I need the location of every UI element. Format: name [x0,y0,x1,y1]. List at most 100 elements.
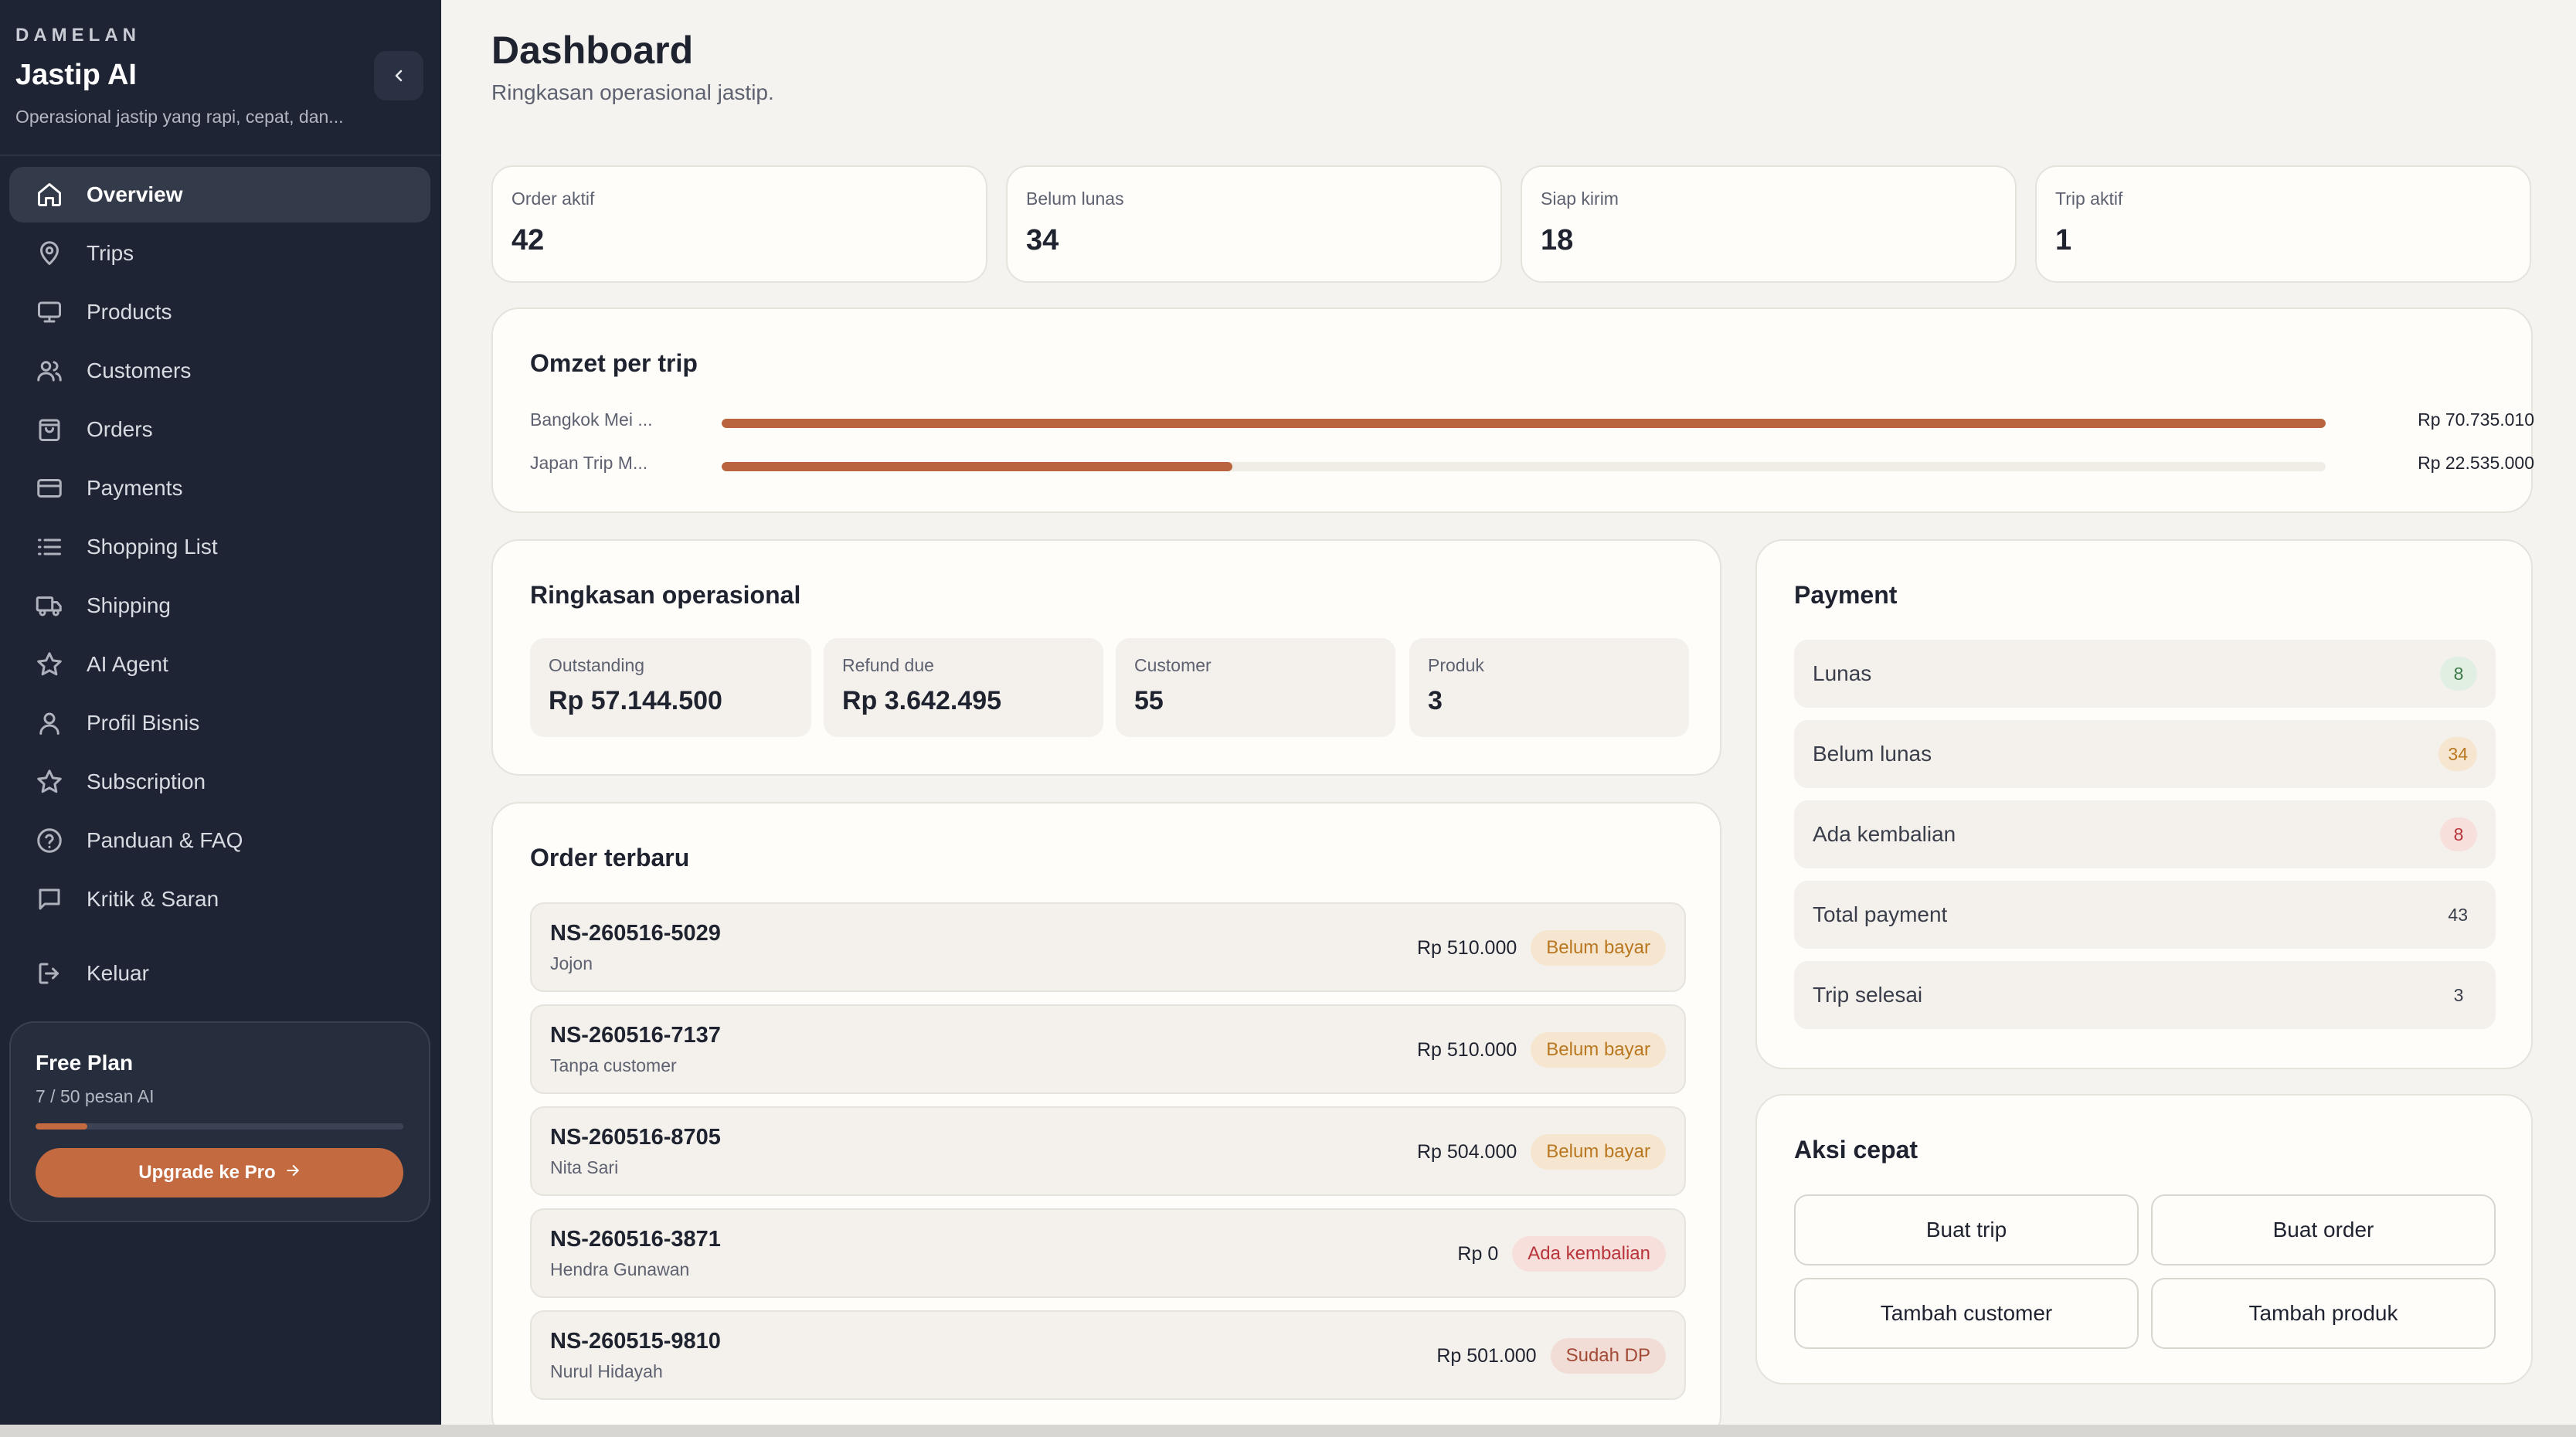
sidebar-item-label: Overview [87,182,183,206]
summary-label: Produk [1428,655,1484,675]
stat-card-trip-aktif: Trip aktif 1 [2035,165,2531,283]
trip-revenue-row: Japan Trip M... Rp 22.535.000 [530,450,2534,481]
sidebar-item-kritik-saran[interactable]: Kritik & Saran [9,871,430,927]
monitor-icon [34,297,65,328]
omzet-card: Omzet per trip Bangkok Mei ... Rp 70.735… [491,307,2534,513]
stat-card-siap-kirim: Siap kirim 18 [1521,165,2017,283]
order-status-badge: Ada kembalian [1512,1236,1666,1272]
window-bottom-edge [0,1425,2576,1437]
summary-outstanding: Outstanding Rp 57.144.500 [530,638,811,737]
sidebar-item-label: Panduan & FAQ [87,828,243,852]
payment-label: Ada kembalian [1813,822,1956,846]
order-amount: Rp 510.000 [1416,936,1517,959]
sidebar-item-overview[interactable]: Overview [9,167,430,223]
map-pin-icon [34,238,65,269]
trip-amount: Rp 70.735.010 [2418,409,2534,430]
upgrade-label: Upgrade ke Pro [138,1162,276,1183]
order-id: NS-260516-3871 [550,1227,721,1252]
logout-button[interactable]: Keluar [9,946,430,1001]
sidebar-item-payments[interactable]: Payments [9,460,430,516]
app-window: DAMELAN Jastip AI Operasional jastip yan… [0,0,2576,1437]
sidebar-item-orders[interactable]: Orders [9,402,430,457]
trip-amount: Rp 22.535.000 [2418,453,2534,473]
order-meta: Rp 0 Ada kembalian [1457,1236,1666,1272]
payment-row-lunas: Lunas 8 [1794,640,2496,708]
sidebar-item-trips[interactable]: Trips [9,226,430,281]
order-meta: Rp 501.000 Sudah DP [1436,1338,1666,1374]
payment-label: Lunas [1813,661,1872,685]
sidebar-item-label: Trips [87,241,134,265]
sidebar-item-label: Payments [87,476,183,500]
order-status-badge: Belum bayar [1531,1134,1666,1170]
payment-row-trip-selesai: Trip selesai 3 [1794,961,2496,1029]
stat-value: 1 [2055,224,2072,256]
sidebar-item-customers[interactable]: Customers [9,343,430,399]
sidebar-item-shipping[interactable]: Shipping [9,578,430,634]
summary-value: Rp 3.642.495 [842,686,1002,715]
plan-card: Free Plan 7 / 50 pesan AI Upgrade ke Pro [9,1021,430,1222]
star-icon [34,649,65,680]
message-square-icon [34,884,65,915]
log-out-icon [34,958,65,989]
sidebar-item-ai-agent[interactable]: AI Agent [9,637,430,692]
payment-count-badge: 8 [2440,817,2477,851]
order-amount: Rp 510.000 [1416,1038,1517,1061]
page-subtitle: Ringkasan operasional jastip. [491,80,774,104]
summary-value: 55 [1134,686,1164,715]
order-row[interactable]: NS-260516-8705 Nita Sari Rp 504.000 Belu… [530,1106,1686,1196]
payment-label: Total payment [1813,902,1948,926]
sidebar-item-subscription[interactable]: Subscription [9,754,430,810]
order-row[interactable]: NS-260515-9810 Nurul Hidayah Rp 501.000 … [530,1310,1686,1400]
users-icon [34,355,65,386]
order-row[interactable]: NS-260516-7137 Tanpa customer Rp 510.000… [530,1004,1686,1094]
upgrade-button[interactable]: Upgrade ke Pro [36,1148,403,1198]
summary-refund-due: Refund due Rp 3.642.495 [824,638,1103,737]
user-icon [34,708,65,739]
stat-value: 34 [1026,224,1059,256]
payment-label: Trip selesai [1813,983,1923,1007]
order-row[interactable]: NS-260516-5029 Jojon Rp 510.000 Belum ba… [530,902,1686,992]
summary-label: Outstanding [549,655,645,675]
sidebar-item-label: AI Agent [87,652,168,676]
stat-card-order-aktif: Order aktif 42 [491,165,987,283]
order-id: NS-260516-8705 [550,1125,721,1150]
sidebar-item-profil-bisnis[interactable]: Profil Bisnis [9,695,430,751]
tambah-produk-button[interactable]: Tambah produk [2151,1278,2496,1349]
order-id: NS-260516-5029 [550,921,721,946]
payment-row-total-payment: Total payment 43 [1794,881,2496,949]
order-amount: Rp 0 [1457,1242,1499,1265]
summary-customer: Customer 55 [1116,638,1395,737]
order-customer: Nita Sari [550,1157,619,1177]
sidebar-item-label: Subscription [87,769,206,793]
tambah-customer-button[interactable]: Tambah customer [1794,1278,2139,1349]
sidebar-item-shopping-list[interactable]: Shopping List [9,519,430,575]
sidebar-item-label: Shipping [87,593,171,617]
buat-order-button[interactable]: Buat order [2151,1194,2496,1265]
order-meta: Rp 510.000 Belum bayar [1417,1032,1666,1068]
sidebar-item-panduan-faq[interactable]: Panduan & FAQ [9,813,430,868]
collapse-sidebar-button[interactable] [374,51,423,100]
order-customer: Hendra Gunawan [550,1259,690,1279]
logout-label: Keluar [87,961,149,985]
stat-label: Belum lunas [1026,189,1124,209]
order-status-badge: Sudah DP [1550,1338,1666,1374]
payment-title: Payment [1794,581,1898,609]
order-id: NS-260516-7137 [550,1023,721,1048]
shopping-bag-icon [34,414,65,445]
sidebar-item-label: Shopping List [87,535,218,559]
sidebar-item-products[interactable]: Products [9,284,430,340]
payment-count-badge: 34 [2438,737,2477,771]
buat-trip-button[interactable]: Buat trip [1794,1194,2139,1265]
sidebar-item-label: Customers [87,358,192,382]
plan-usage-bar-fill [36,1123,87,1130]
quick-actions-title: Aksi cepat [1794,1136,1918,1164]
summary-value: Rp 57.144.500 [549,686,722,715]
order-row[interactable]: NS-260516-3871 Hendra Gunawan Rp 0 Ada k… [530,1208,1686,1298]
stat-label: Siap kirim [1541,189,1619,209]
trip-name: Japan Trip M... [530,453,648,473]
sidebar-item-label: Products [87,300,172,324]
order-meta: Rp 510.000 Belum bayar [1417,930,1666,966]
order-customer: Nurul Hidayah [550,1361,663,1381]
trip-revenue-bar [722,419,2326,428]
summary-label: Customer [1134,655,1212,675]
